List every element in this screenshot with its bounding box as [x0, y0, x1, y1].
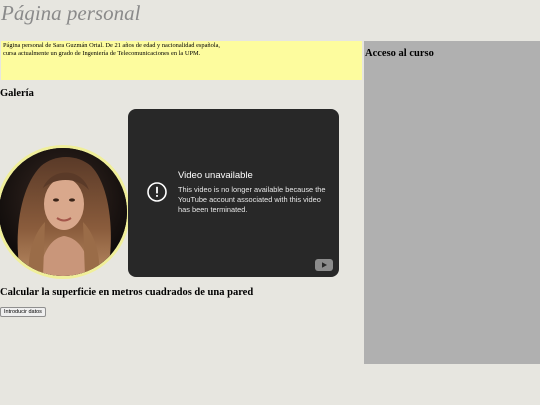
gallery-title: Galería	[0, 88, 34, 99]
video-unavailable-message: This video is no longer available becaus…	[178, 185, 326, 214]
alert-circle-icon	[147, 182, 167, 202]
youtube-logo-icon[interactable]	[315, 259, 333, 271]
sidebar-title: Acceso al curso	[365, 48, 434, 59]
enter-data-button[interactable]: Introducir datos	[0, 307, 46, 317]
video-unavailable-heading: Video unavailable	[178, 170, 253, 181]
page: Página personal Página personal de Sara …	[0, 0, 540, 405]
intro-line-2: cursa actualmente un grado de Ingeniería…	[3, 50, 201, 57]
sidebar: Acceso al curso	[364, 41, 540, 364]
intro-line-1: Página personal de Sara Guzmán Ortal. De…	[3, 42, 221, 49]
wall-area-title: Calcular la superficie en metros cuadrad…	[0, 287, 254, 298]
page-title: Página personal	[1, 1, 141, 25]
video-player[interactable]: Video unavailable This video is no longe…	[128, 109, 339, 277]
intro-box: Página personal de Sara Guzmán Ortal. De…	[1, 41, 362, 80]
profile-photo	[0, 148, 127, 276]
